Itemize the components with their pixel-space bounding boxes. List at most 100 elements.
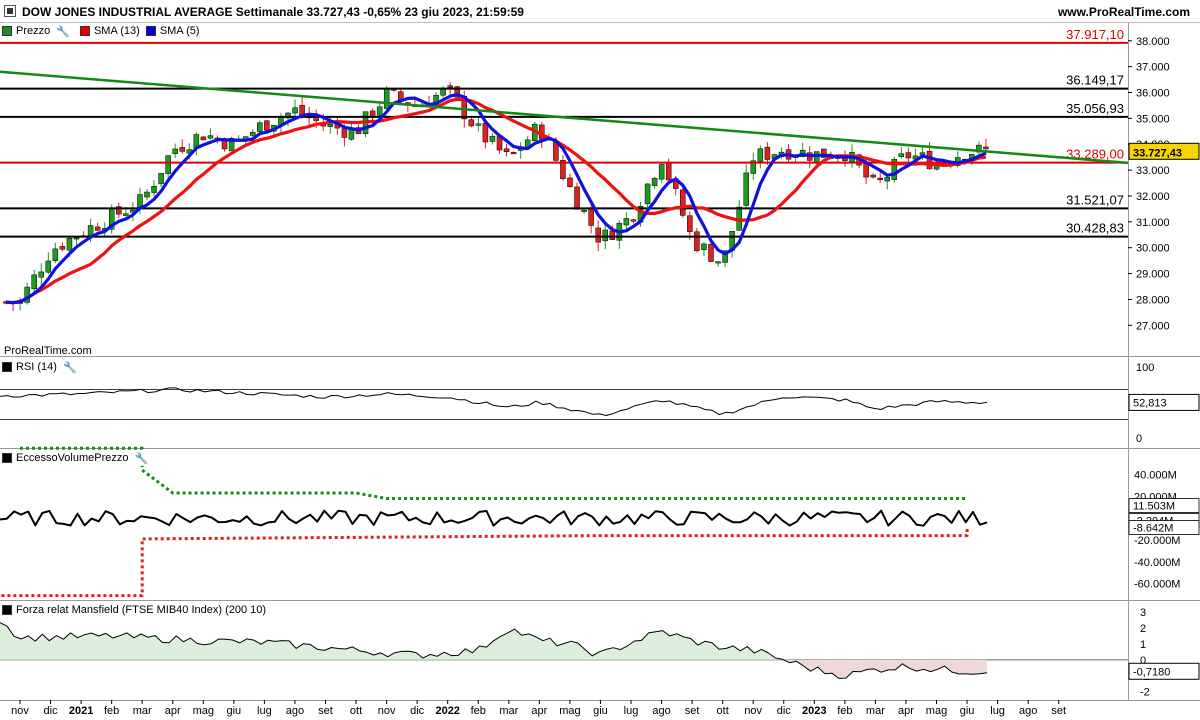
price-tick-label: 31.000 <box>1136 217 1170 229</box>
candle <box>200 136 207 141</box>
candle-body <box>574 186 580 210</box>
candle <box>574 182 580 210</box>
legend-volume-label[interactable]: EccessoVolumePrezzo <box>16 452 129 464</box>
candle-body <box>151 185 157 193</box>
candle <box>891 156 898 183</box>
watermark: ProRealTime.com <box>4 345 92 357</box>
candle <box>468 116 475 128</box>
candle-body <box>644 183 651 205</box>
candle-body <box>38 271 44 278</box>
mansfield-negative-area <box>0 659 987 679</box>
candle <box>362 111 369 138</box>
legend-sma5-label[interactable]: SMA (5) <box>160 25 200 37</box>
time-tick-label: set <box>318 705 333 717</box>
time-tick-label: feb <box>104 705 119 717</box>
candle <box>764 141 771 165</box>
legend-price-label[interactable]: Prezzo <box>16 25 50 37</box>
candle-body <box>383 88 390 109</box>
level-label: 31.521,07 <box>1066 192 1124 207</box>
price-tick-label: 37.000 <box>1136 62 1170 74</box>
candle-body <box>489 135 496 142</box>
candle <box>264 120 270 131</box>
candle-body <box>482 123 489 143</box>
price-tick-label: 36.000 <box>1136 87 1170 99</box>
candle <box>179 139 185 154</box>
candle <box>743 164 749 208</box>
candle <box>729 231 735 258</box>
volume-tick-label: -60.000M <box>1134 579 1180 591</box>
candle <box>489 133 496 145</box>
legend-mansfield-label[interactable]: Forza relat Mansfield (FTSE MIB40 Index)… <box>16 604 266 616</box>
candle <box>687 211 693 240</box>
candle-body <box>172 148 178 154</box>
time-tick-label: apr <box>165 705 181 717</box>
candle-body <box>468 119 475 127</box>
time-tick-label: mag <box>926 705 947 717</box>
candle-body <box>503 148 510 153</box>
volume-line <box>0 509 988 527</box>
volume-tick-label: -40.000M <box>1134 557 1180 569</box>
wrench-icon[interactable]: 🔧 <box>63 361 77 374</box>
candle-body <box>687 215 693 233</box>
candle-body <box>475 123 482 126</box>
candle <box>701 242 707 257</box>
wrench-icon[interactable]: 🔧 <box>56 25 70 38</box>
legend-sma13-label[interactable]: SMA (13) <box>94 25 140 37</box>
rsi-line <box>0 387 988 416</box>
candle-body <box>743 172 749 206</box>
candle <box>898 146 905 159</box>
time-tick-label: feb <box>471 705 486 717</box>
volume-tick-label: 40.000M <box>1134 469 1177 481</box>
site-url[interactable]: www.ProRealTime.com <box>1058 5 1190 19</box>
candle-body <box>45 260 52 273</box>
candle <box>510 151 517 155</box>
title-bar: DOW JONES INDUSTRIAL AVERAGE Settimanale… <box>0 0 1200 23</box>
wrench-icon[interactable]: 🔧 <box>135 452 149 465</box>
candle-body <box>870 174 876 178</box>
candle <box>348 121 355 141</box>
volume-legend: EccessoVolumePrezzo 🔧 <box>2 450 155 466</box>
candle <box>172 143 178 158</box>
candle <box>785 144 792 162</box>
volume-upper-band <box>20 446 968 500</box>
sma5-line <box>5 93 987 305</box>
candle <box>94 222 101 232</box>
candle-body <box>764 146 771 160</box>
candle-body <box>651 178 658 187</box>
candle <box>24 282 30 305</box>
rsi-tick-label: 0 <box>1136 433 1142 445</box>
candle <box>630 218 637 224</box>
candle-body <box>341 128 348 138</box>
candle-body <box>207 135 214 139</box>
level-label: 30.428,83 <box>1066 221 1124 236</box>
candle <box>616 220 623 249</box>
time-tick-label: ago <box>652 705 670 717</box>
candle-body <box>623 218 630 226</box>
instrument-icon[interactable] <box>4 5 16 17</box>
candle <box>503 144 510 157</box>
mansfield-tick-label: 3 <box>1140 607 1146 619</box>
time-tick-label: set <box>685 705 700 717</box>
time-tick-label: nov <box>11 705 29 717</box>
candle-body <box>581 209 587 212</box>
time-tick-label: nov <box>744 705 762 717</box>
time-tick-label: apr <box>898 705 914 717</box>
candle <box>38 263 44 286</box>
time-tick-label: set <box>1051 705 1066 717</box>
time-tick-label: dic <box>777 705 792 717</box>
candle-body <box>165 155 171 174</box>
legend-rsi-label[interactable]: RSI (14) <box>16 361 57 373</box>
level-label: 36.149,17 <box>1066 73 1124 88</box>
time-tick-label: ott <box>717 705 729 717</box>
candle-body <box>694 231 700 251</box>
candle <box>651 176 658 189</box>
candle-body <box>567 177 573 188</box>
mansfield-swatch <box>2 605 12 615</box>
time-tick-label: mag <box>193 705 214 717</box>
mansfield-tick-label: -2 <box>1140 687 1150 699</box>
mansfield-value-label: -0,7180 <box>1133 666 1170 678</box>
sma5-swatch <box>145 26 156 36</box>
price-swatch <box>2 26 12 36</box>
time-tick-label: 2023 <box>802 705 826 717</box>
candle-body <box>66 237 73 251</box>
